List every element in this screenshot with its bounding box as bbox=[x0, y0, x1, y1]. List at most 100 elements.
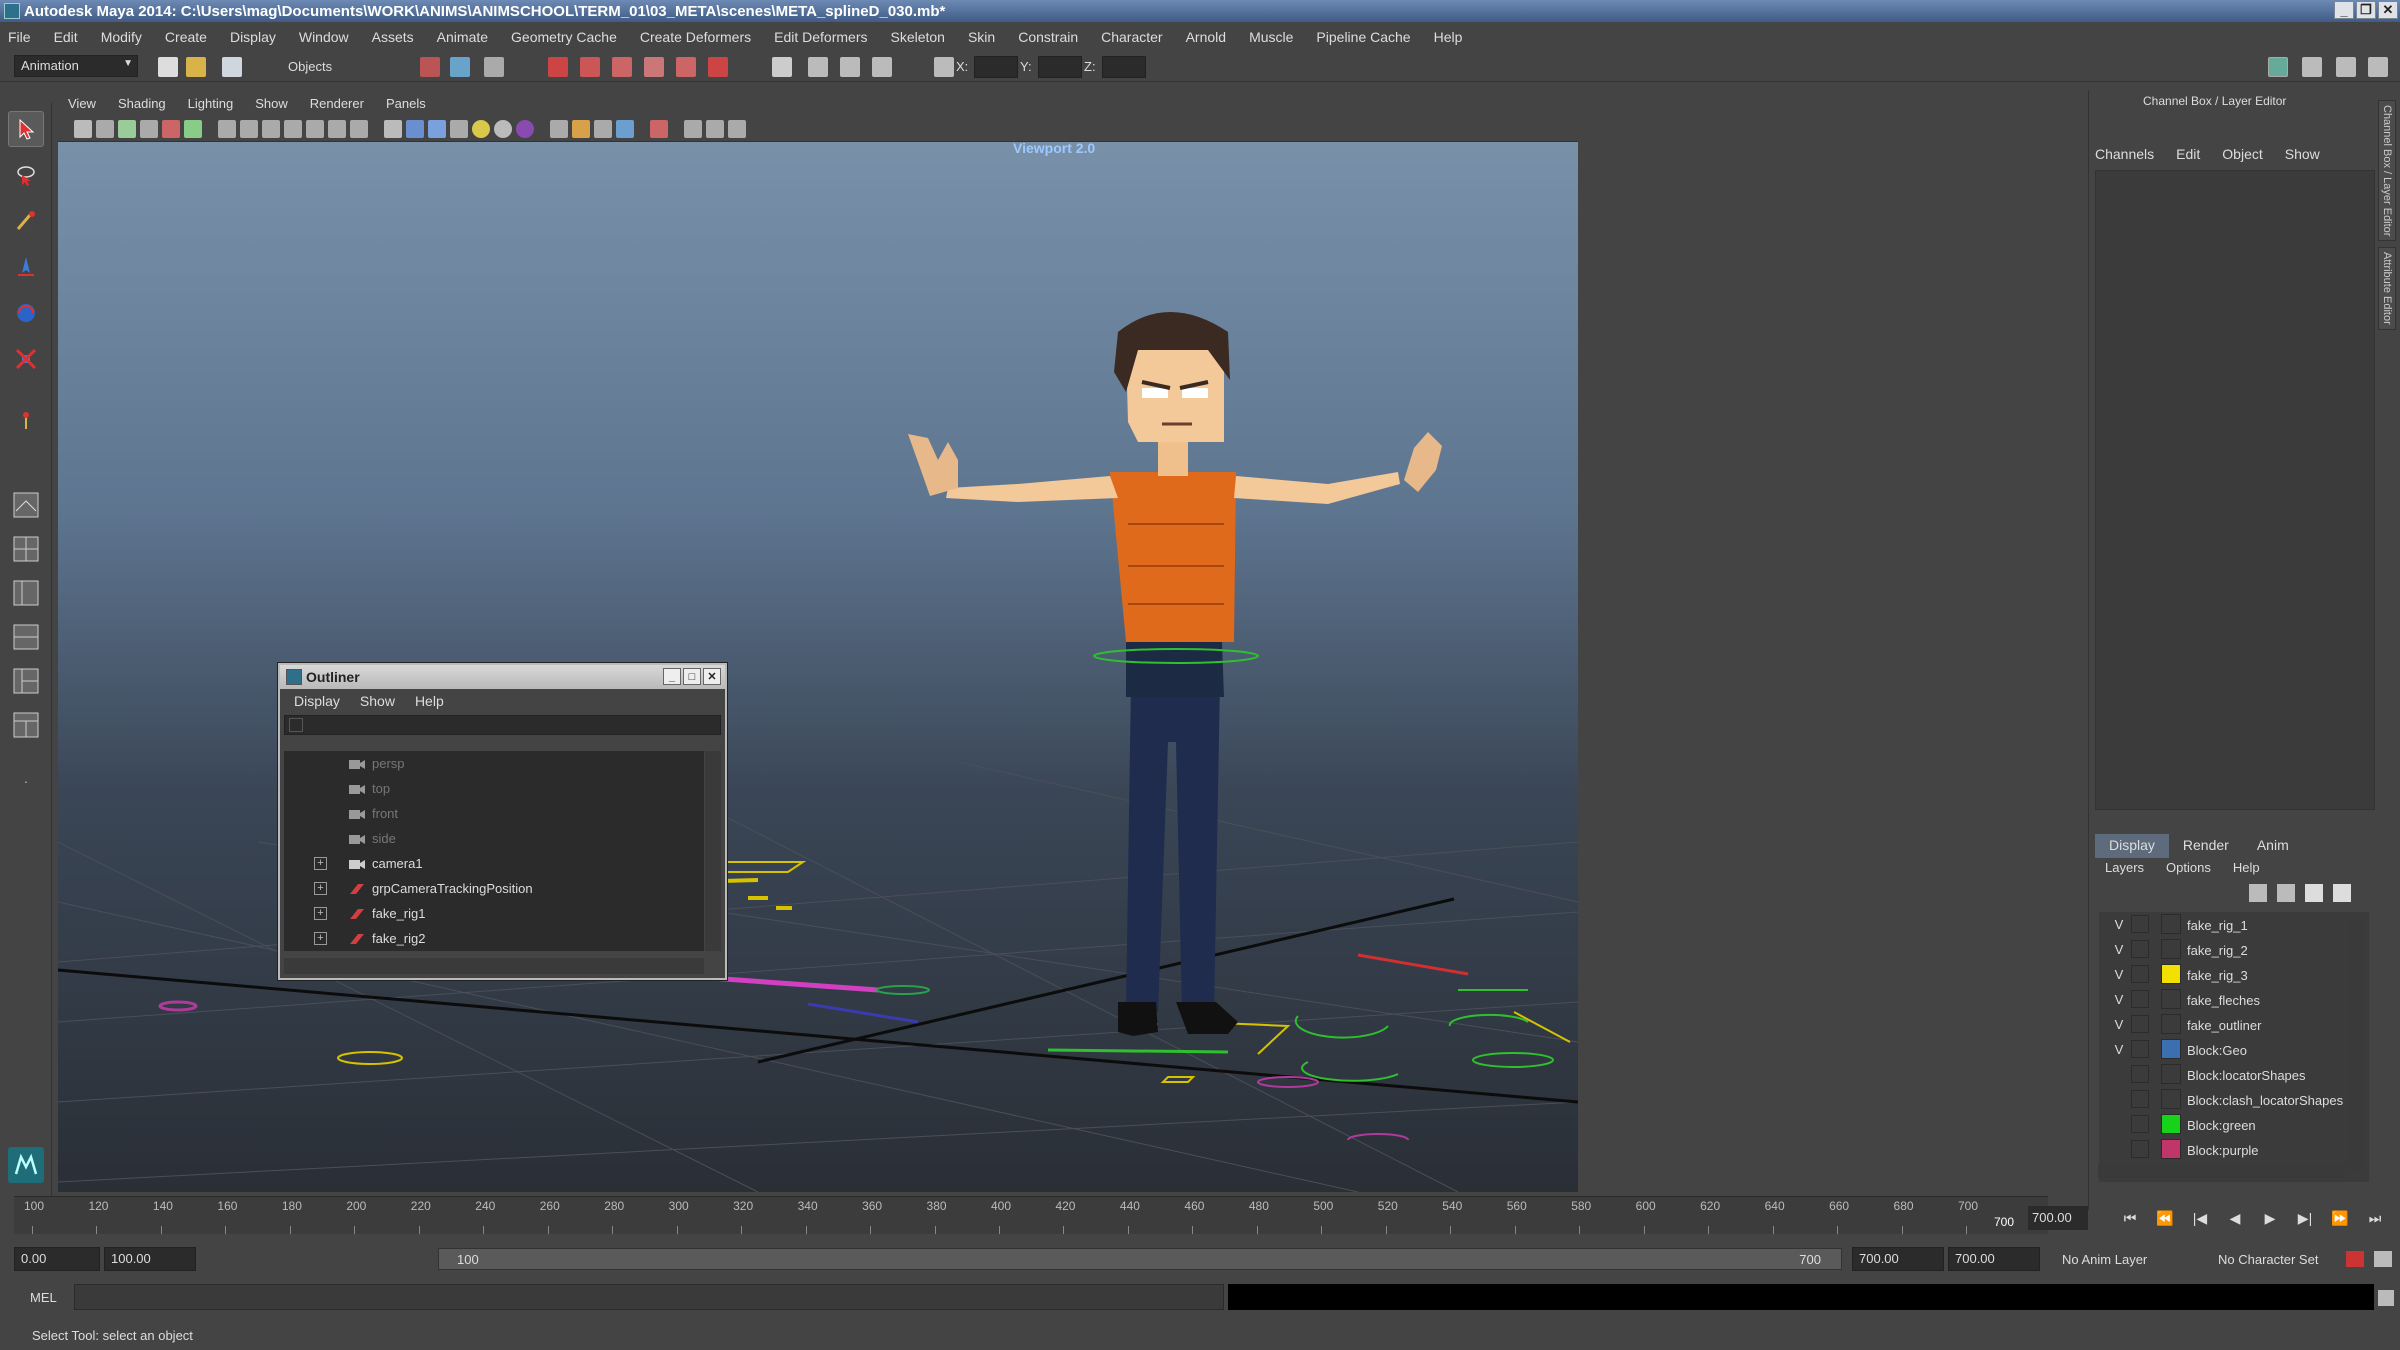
toggle-tool-settings-icon[interactable] bbox=[2302, 57, 2322, 77]
outliner-item[interactable]: + camera1 bbox=[284, 851, 704, 876]
last-tool-icon[interactable] bbox=[8, 403, 44, 439]
open-scene-icon[interactable] bbox=[186, 57, 206, 77]
field-chart-icon[interactable] bbox=[306, 120, 324, 138]
layer-menu-layers[interactable]: Layers bbox=[2105, 860, 2144, 875]
minimize-button[interactable]: _ bbox=[2334, 1, 2354, 19]
restore-button[interactable]: ❐ bbox=[2356, 1, 2376, 19]
snapshot-icon[interactable] bbox=[728, 120, 746, 138]
layer-row[interactable]: V fake_fleches bbox=[2099, 987, 2369, 1012]
outliner-maximize-button[interactable]: □ bbox=[683, 668, 701, 685]
viewport-menu-renderer[interactable]: Renderer bbox=[310, 96, 364, 111]
new-scene-icon[interactable] bbox=[158, 57, 178, 77]
perspective-viewport[interactable]: Viewport 2.0 Outliner _ □ ✕ Display Show… bbox=[58, 142, 1578, 1192]
layer-row[interactable]: Block:clash_locatorShapes bbox=[2099, 1087, 2369, 1112]
expand-icon[interactable]: + bbox=[314, 907, 327, 920]
xray-icon[interactable] bbox=[616, 120, 634, 138]
channel-box-menu-show[interactable]: Show bbox=[2285, 146, 2320, 162]
isolate-select-icon[interactable] bbox=[650, 120, 668, 138]
outliner-item[interactable]: top bbox=[284, 776, 704, 801]
viewport-menu-view[interactable]: View bbox=[68, 96, 96, 111]
outliner-menu-show[interactable]: Show bbox=[360, 693, 395, 709]
outliner-menu-display[interactable]: Display bbox=[294, 693, 340, 709]
motion-blur-icon[interactable] bbox=[550, 120, 568, 138]
x-input[interactable] bbox=[974, 56, 1018, 78]
toggle-layer-editor-icon[interactable] bbox=[2368, 57, 2388, 77]
play-backwards-icon[interactable]: ◀ bbox=[2223, 1206, 2247, 1230]
outliner-item[interactable]: side bbox=[284, 826, 704, 851]
viewport-menu-show[interactable]: Show bbox=[255, 96, 288, 111]
outliner-item[interactable]: + fake_rig1 bbox=[284, 901, 704, 926]
safe-title-icon[interactable] bbox=[350, 120, 368, 138]
menu-create[interactable]: Create bbox=[165, 29, 207, 45]
bookmark-icon[interactable] bbox=[118, 120, 136, 138]
layer-color-swatch[interactable] bbox=[2161, 1014, 2181, 1034]
go-to-start-icon[interactable]: ⏮ bbox=[2118, 1206, 2142, 1230]
layer-visibility-toggle[interactable]: V bbox=[2109, 992, 2129, 1007]
select-object-icon[interactable] bbox=[450, 57, 470, 77]
layer-row[interactable]: V Block:Geo bbox=[2099, 1037, 2369, 1062]
scale-tool-icon[interactable] bbox=[8, 341, 44, 377]
snap-point-icon[interactable] bbox=[612, 57, 632, 77]
snap-view-plane-icon[interactable] bbox=[644, 57, 664, 77]
menu-muscle[interactable]: Muscle bbox=[1249, 29, 1293, 45]
anim-layer-selector[interactable]: No Anim Layer bbox=[2062, 1252, 2147, 1267]
layer-playback-toggle[interactable] bbox=[2131, 1115, 2149, 1133]
outliner-item[interactable]: front bbox=[284, 801, 704, 826]
camera-attributes-icon[interactable] bbox=[96, 120, 114, 138]
menu-arnold[interactable]: Arnold bbox=[1186, 29, 1226, 45]
menu-skin[interactable]: Skin bbox=[968, 29, 995, 45]
animation-preferences-icon[interactable] bbox=[2374, 1251, 2392, 1267]
menu-edit-deformers[interactable]: Edit Deformers bbox=[774, 29, 867, 45]
ipr-render-icon[interactable] bbox=[840, 57, 860, 77]
outliner-menu-help[interactable]: Help bbox=[415, 693, 444, 709]
z-input[interactable] bbox=[1102, 56, 1146, 78]
viewport-menu-panels[interactable]: Panels bbox=[386, 96, 426, 111]
layer-row[interactable]: Block:locatorShapes bbox=[2099, 1062, 2369, 1087]
two-d-pan-zoom-icon[interactable] bbox=[162, 120, 180, 138]
layer-color-swatch[interactable] bbox=[2161, 1139, 2181, 1159]
select-component-icon[interactable] bbox=[484, 57, 504, 77]
command-language-label[interactable]: MEL bbox=[30, 1290, 57, 1305]
command-input[interactable] bbox=[74, 1284, 1224, 1310]
outliner-filter-field[interactable] bbox=[284, 715, 721, 735]
select-tool-icon[interactable] bbox=[8, 111, 44, 147]
step-forward-frame-icon[interactable]: ⏩ bbox=[2328, 1206, 2352, 1230]
grease-pencil-icon[interactable] bbox=[184, 120, 202, 138]
custom-layout-icon[interactable] bbox=[8, 707, 44, 743]
tab-anim[interactable]: Anim bbox=[2243, 834, 2303, 858]
channel-box-area[interactable] bbox=[2095, 170, 2375, 810]
smooth-shade-icon[interactable] bbox=[406, 120, 424, 138]
menu-help[interactable]: Help bbox=[1434, 29, 1463, 45]
layer-row[interactable]: V fake_outliner bbox=[2099, 1012, 2369, 1037]
step-forward-key-icon[interactable]: ▶| bbox=[2293, 1206, 2317, 1230]
new-layer-icon[interactable] bbox=[2305, 884, 2323, 902]
image-plane-icon[interactable] bbox=[140, 120, 158, 138]
toggle-attribute-editor-icon[interactable] bbox=[2268, 57, 2288, 77]
outliner-close-button[interactable]: ✕ bbox=[703, 668, 721, 685]
paint-select-tool-icon[interactable] bbox=[8, 203, 44, 239]
selection-mask-label[interactable]: Objects bbox=[288, 59, 332, 74]
use-all-lights-icon[interactable] bbox=[472, 120, 490, 138]
range-slider[interactable]: 100 700 bbox=[438, 1248, 1842, 1270]
layer-visibility-toggle[interactable]: V bbox=[2109, 967, 2129, 982]
layer-row[interactable]: V fake_rig_2 bbox=[2099, 937, 2369, 962]
layer-menu-options[interactable]: Options bbox=[2166, 860, 2211, 875]
menu-constrain[interactable]: Constrain bbox=[1018, 29, 1078, 45]
snap-curve-icon[interactable] bbox=[580, 57, 600, 77]
layer-color-swatch[interactable] bbox=[2161, 1039, 2181, 1059]
wireframe-icon[interactable] bbox=[384, 120, 402, 138]
layer-row[interactable]: V fake_rig_3 bbox=[2099, 962, 2369, 987]
layer-playback-toggle[interactable] bbox=[2131, 990, 2149, 1008]
layer-playback-toggle[interactable] bbox=[2131, 1090, 2149, 1108]
menu-display[interactable]: Display bbox=[230, 29, 276, 45]
render-frame-icon[interactable] bbox=[808, 57, 828, 77]
playback-start-field[interactable]: 100.00 bbox=[104, 1247, 196, 1271]
render-settings-icon[interactable] bbox=[872, 57, 892, 77]
step-back-frame-icon[interactable]: ⏪ bbox=[2153, 1206, 2177, 1230]
close-button[interactable]: ✕ bbox=[2378, 1, 2398, 19]
more-layouts-icon[interactable]: · bbox=[8, 763, 44, 799]
viewport-menu-shading[interactable]: Shading bbox=[118, 96, 166, 111]
layer-visibility-toggle[interactable]: V bbox=[2109, 1042, 2129, 1057]
layer-color-swatch[interactable] bbox=[2161, 989, 2181, 1009]
side-tab-channel-box[interactable]: Channel Box / Layer Editor bbox=[2378, 100, 2396, 242]
